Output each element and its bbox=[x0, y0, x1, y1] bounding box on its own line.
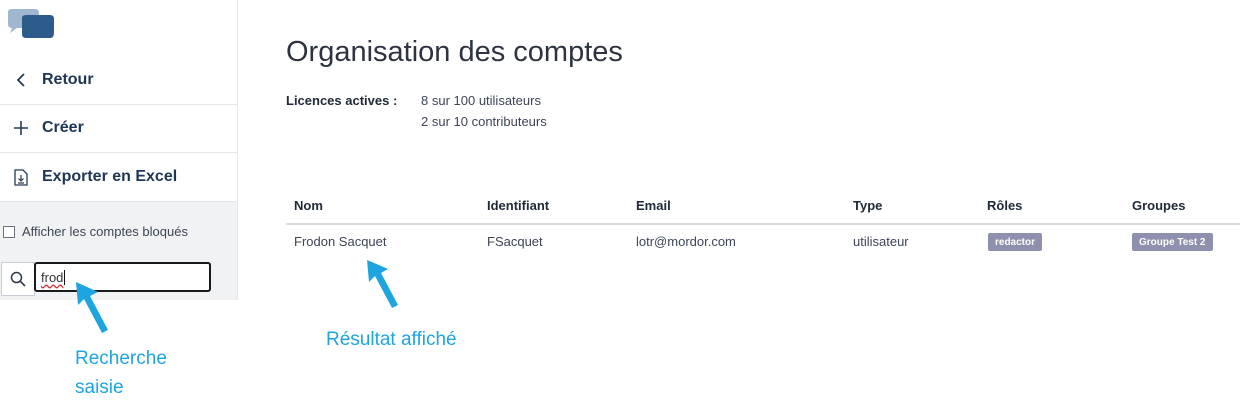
create-label: Créer bbox=[42, 119, 84, 136]
filter-panel: Afficher les comptes bloqués frod bbox=[0, 202, 237, 300]
column-header-groupes[interactable]: Groupes bbox=[1132, 198, 1185, 213]
search-note-line2: saisie bbox=[75, 377, 124, 398]
export-excel-button[interactable]: Exporter en Excel bbox=[0, 153, 237, 202]
text-caret bbox=[64, 269, 66, 285]
cell-email: lotr@mordor.com bbox=[636, 234, 736, 249]
search-note-line1: Recherche bbox=[75, 348, 167, 369]
column-header-type[interactable]: Type bbox=[853, 198, 882, 213]
back-label: Retour bbox=[42, 71, 94, 88]
group-badge: Groupe Test 2 bbox=[1132, 233, 1213, 251]
role-badge: redactor bbox=[988, 233, 1043, 251]
show-blocked-checkbox[interactable] bbox=[3, 225, 15, 238]
cell-login: FSacquet bbox=[487, 234, 543, 249]
search-arrow-icon bbox=[76, 282, 108, 333]
column-header-identifiant[interactable]: Identifiant bbox=[487, 198, 549, 213]
table-header-divider bbox=[286, 223, 1240, 225]
create-button[interactable]: Créer bbox=[0, 104, 237, 153]
licenses-label: Licences actives : bbox=[286, 93, 398, 108]
back-button[interactable]: Retour bbox=[0, 56, 237, 105]
search-icon[interactable] bbox=[1, 262, 35, 296]
sidebar: Retour Créer Exporter en Excel Afficher … bbox=[0, 0, 238, 300]
licenses-users: 8 sur 100 utilisateurs bbox=[421, 93, 541, 108]
cell-name[interactable]: Frodon Sacquet bbox=[294, 234, 387, 249]
export-label: Exporter en Excel bbox=[42, 168, 178, 185]
column-header-roles[interactable]: Rôles bbox=[987, 198, 1022, 213]
search-input[interactable]: frod bbox=[34, 262, 211, 292]
show-blocked-row[interactable]: Afficher les comptes bloqués bbox=[3, 224, 188, 239]
result-note: Résultat affiché bbox=[326, 329, 457, 350]
chevron-left-icon bbox=[0, 72, 42, 88]
column-header-email[interactable]: Email bbox=[636, 198, 671, 213]
result-arrow-icon bbox=[367, 260, 398, 308]
plus-icon bbox=[0, 120, 42, 136]
licenses-contributors: 2 sur 10 contributeurs bbox=[421, 114, 547, 129]
file-download-icon bbox=[0, 168, 42, 186]
app-logo-icon bbox=[8, 9, 54, 38]
show-blocked-label: Afficher les comptes bloqués bbox=[22, 224, 188, 239]
search-input-value: frod bbox=[41, 269, 64, 285]
column-header-nom[interactable]: Nom bbox=[294, 198, 323, 213]
cell-type: utilisateur bbox=[853, 234, 909, 249]
page-title: Organisation des comptes bbox=[286, 36, 623, 68]
